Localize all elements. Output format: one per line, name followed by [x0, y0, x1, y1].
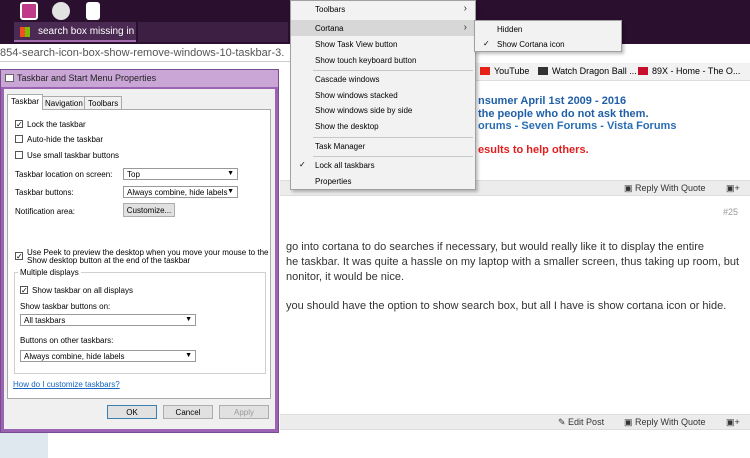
ok-button[interactable]: OK	[107, 405, 157, 419]
menu-item-toolbars[interactable]: Toolbars ›	[291, 1, 475, 17]
menu-item-cortana[interactable]: Cortana ›	[291, 20, 475, 36]
submenu-item-show-cortana-icon[interactable]: ✓ Show Cortana icon	[475, 37, 621, 52]
taskbar-context-menu: Toolbars › Cortana › Show Task View button…	[290, 0, 476, 190]
reply-with-quote-button[interactable]: ▣ Reply With Quote	[624, 417, 706, 428]
menu-item-task-view[interactable]: Show Task View button	[291, 36, 475, 52]
bookmarks-bar: YouTube Watch Dragon Ball ... 89X - Home…	[476, 63, 750, 81]
checkmark-icon: ✓	[483, 39, 490, 48]
cortana-submenu: Hidden ✓ Show Cortana icon	[474, 20, 622, 52]
taskbar-browser-task[interactable]: search box missing in task	[14, 22, 136, 42]
taskbar-task-label: search box missing in task	[38, 26, 136, 37]
taskbar-tab-panel: ✓ Lock the taskbar Auto-hide the taskbar…	[7, 109, 271, 399]
edit-post-button[interactable]: ✎ Edit Post	[558, 417, 604, 428]
checkmark-icon: ✓	[299, 160, 306, 169]
chevron-down-icon: ▼	[185, 316, 192, 323]
peek-label: Show desktop button at the end of the ta…	[27, 256, 191, 265]
signature-line: esults to help others.	[478, 144, 589, 156]
address-bar[interactable]: 854-search-icon-box-show-remove-windows-…	[0, 44, 300, 62]
paint-app-icon[interactable]	[52, 2, 70, 20]
post-text-line: he taskbar. It was quite a hassle on my …	[286, 256, 740, 268]
dialog-title: Taskbar and Start Menu Properties	[17, 73, 157, 83]
post-text-line: nonitor, it would be nice.	[286, 271, 405, 283]
small-buttons-label: Use small taskbar buttons	[27, 151, 120, 160]
menu-item-task-manager[interactable]: Task Manager	[291, 138, 475, 154]
post-text-line: you should have the option to show searc…	[286, 300, 727, 312]
youtube-icon	[480, 67, 490, 75]
customize-button[interactable]: Customize...	[123, 203, 175, 217]
menu-item-cascade[interactable]: Cascade windows	[291, 71, 475, 87]
taskbar-settings-icon	[5, 74, 14, 82]
notification-label: Notification area:	[15, 207, 76, 216]
multi-quote-button[interactable]: ▣+	[726, 417, 740, 428]
page-sidebar-strip	[0, 430, 48, 458]
signature-line: the people who do not ask them.	[478, 108, 649, 120]
lock-taskbar-checkbox[interactable]: ✓	[15, 120, 23, 129]
tab-taskbar[interactable]: Taskbar	[7, 94, 44, 110]
other-buttons-dropdown[interactable]: Always combine, hide labels ▼	[20, 350, 196, 362]
menu-item-touch-keyboard[interactable]: Show touch keyboard button	[291, 52, 475, 68]
buttons-dropdown[interactable]: Always combine, hide labels ▼	[123, 186, 238, 198]
post-number[interactable]: #25	[723, 207, 738, 217]
submenu-item-hidden[interactable]: Hidden	[475, 22, 621, 37]
dialog-title-bar[interactable]: Taskbar and Start Menu Properties	[1, 70, 278, 87]
menu-item-properties[interactable]: Properties	[291, 173, 475, 189]
help-link[interactable]: How do I customize taskbars?	[13, 380, 120, 389]
reply-with-quote-button[interactable]: ▣ Reply With Quote	[624, 183, 706, 194]
chevron-down-icon: ▼	[227, 188, 234, 195]
apply-button[interactable]: Apply	[219, 405, 269, 419]
taskbar-properties-dialog: Taskbar and Start Menu Properties Taskba…	[0, 69, 279, 433]
post-toolbar: ✎ Edit Post ▣ Reply With Quote ▣+	[280, 414, 750, 430]
post-text-line: go into cortana to do searches if necess…	[286, 241, 705, 253]
peek-checkbox[interactable]: ✓	[15, 252, 23, 261]
chevron-down-icon: ▼	[227, 170, 234, 177]
page-icon	[538, 67, 548, 75]
chevron-down-icon: ▼	[185, 352, 192, 359]
signature-line: nsumer April 1st 2009 - 2016	[478, 95, 627, 107]
url-text: 854-search-icon-box-show-remove-windows-…	[0, 47, 285, 59]
location-dropdown[interactable]: Top ▼	[123, 168, 238, 180]
menu-item-side-by-side[interactable]: Show windows side by side	[291, 102, 475, 118]
signature-forum-links[interactable]: orums - Seven Forums - Vista Forums	[478, 120, 676, 132]
buttons-label: Taskbar buttons:	[15, 188, 74, 197]
location-label: Taskbar location on screen:	[15, 170, 113, 179]
dialog-body: Taskbar Navigation Toolbars ✓ Lock the t…	[4, 89, 275, 429]
document-app-icon[interactable]	[86, 2, 100, 20]
lock-taskbar-label: Lock the taskbar	[27, 120, 86, 129]
chevron-right-icon: ›	[463, 3, 467, 14]
bookmark-youtube[interactable]: YouTube	[480, 66, 529, 76]
bookmark-dragon-ball[interactable]: Watch Dragon Ball ...	[538, 66, 637, 76]
multi-quote-button[interactable]: ▣+	[726, 183, 740, 194]
show-all-displays-label: Show taskbar on all displays	[32, 286, 133, 295]
auto-hide-checkbox[interactable]	[15, 135, 23, 143]
menu-item-lock-taskbars[interactable]: ✓ Lock all taskbars	[291, 157, 475, 173]
show-buttons-on-dropdown[interactable]: All taskbars ▼	[20, 314, 196, 326]
tab-navigation[interactable]: Navigation	[41, 96, 87, 109]
chevron-right-icon: ›	[463, 22, 467, 33]
menu-item-stacked[interactable]: Show windows stacked	[291, 87, 475, 103]
small-buttons-checkbox[interactable]	[15, 151, 23, 159]
cancel-button[interactable]: Cancel	[163, 405, 213, 419]
other-buttons-label: Buttons on other taskbars:	[20, 336, 114, 345]
multiple-displays-heading: Multiple displays	[18, 268, 81, 277]
taskbar-empty-area[interactable]	[138, 22, 288, 42]
bookmark-89x[interactable]: 89X - Home - The O...	[638, 66, 740, 76]
show-all-displays-checkbox[interactable]: ✓	[20, 286, 28, 295]
menu-item-show-desktop[interactable]: Show the desktop	[291, 118, 475, 134]
pinned-app-icon[interactable]	[20, 2, 38, 20]
auto-hide-label: Auto-hide the taskbar	[27, 135, 104, 144]
radio-station-icon	[638, 67, 648, 75]
show-buttons-on-label: Show taskbar buttons on:	[20, 302, 111, 311]
browser-tab-icon	[20, 27, 30, 37]
tab-toolbars[interactable]: Toolbars	[84, 96, 123, 109]
